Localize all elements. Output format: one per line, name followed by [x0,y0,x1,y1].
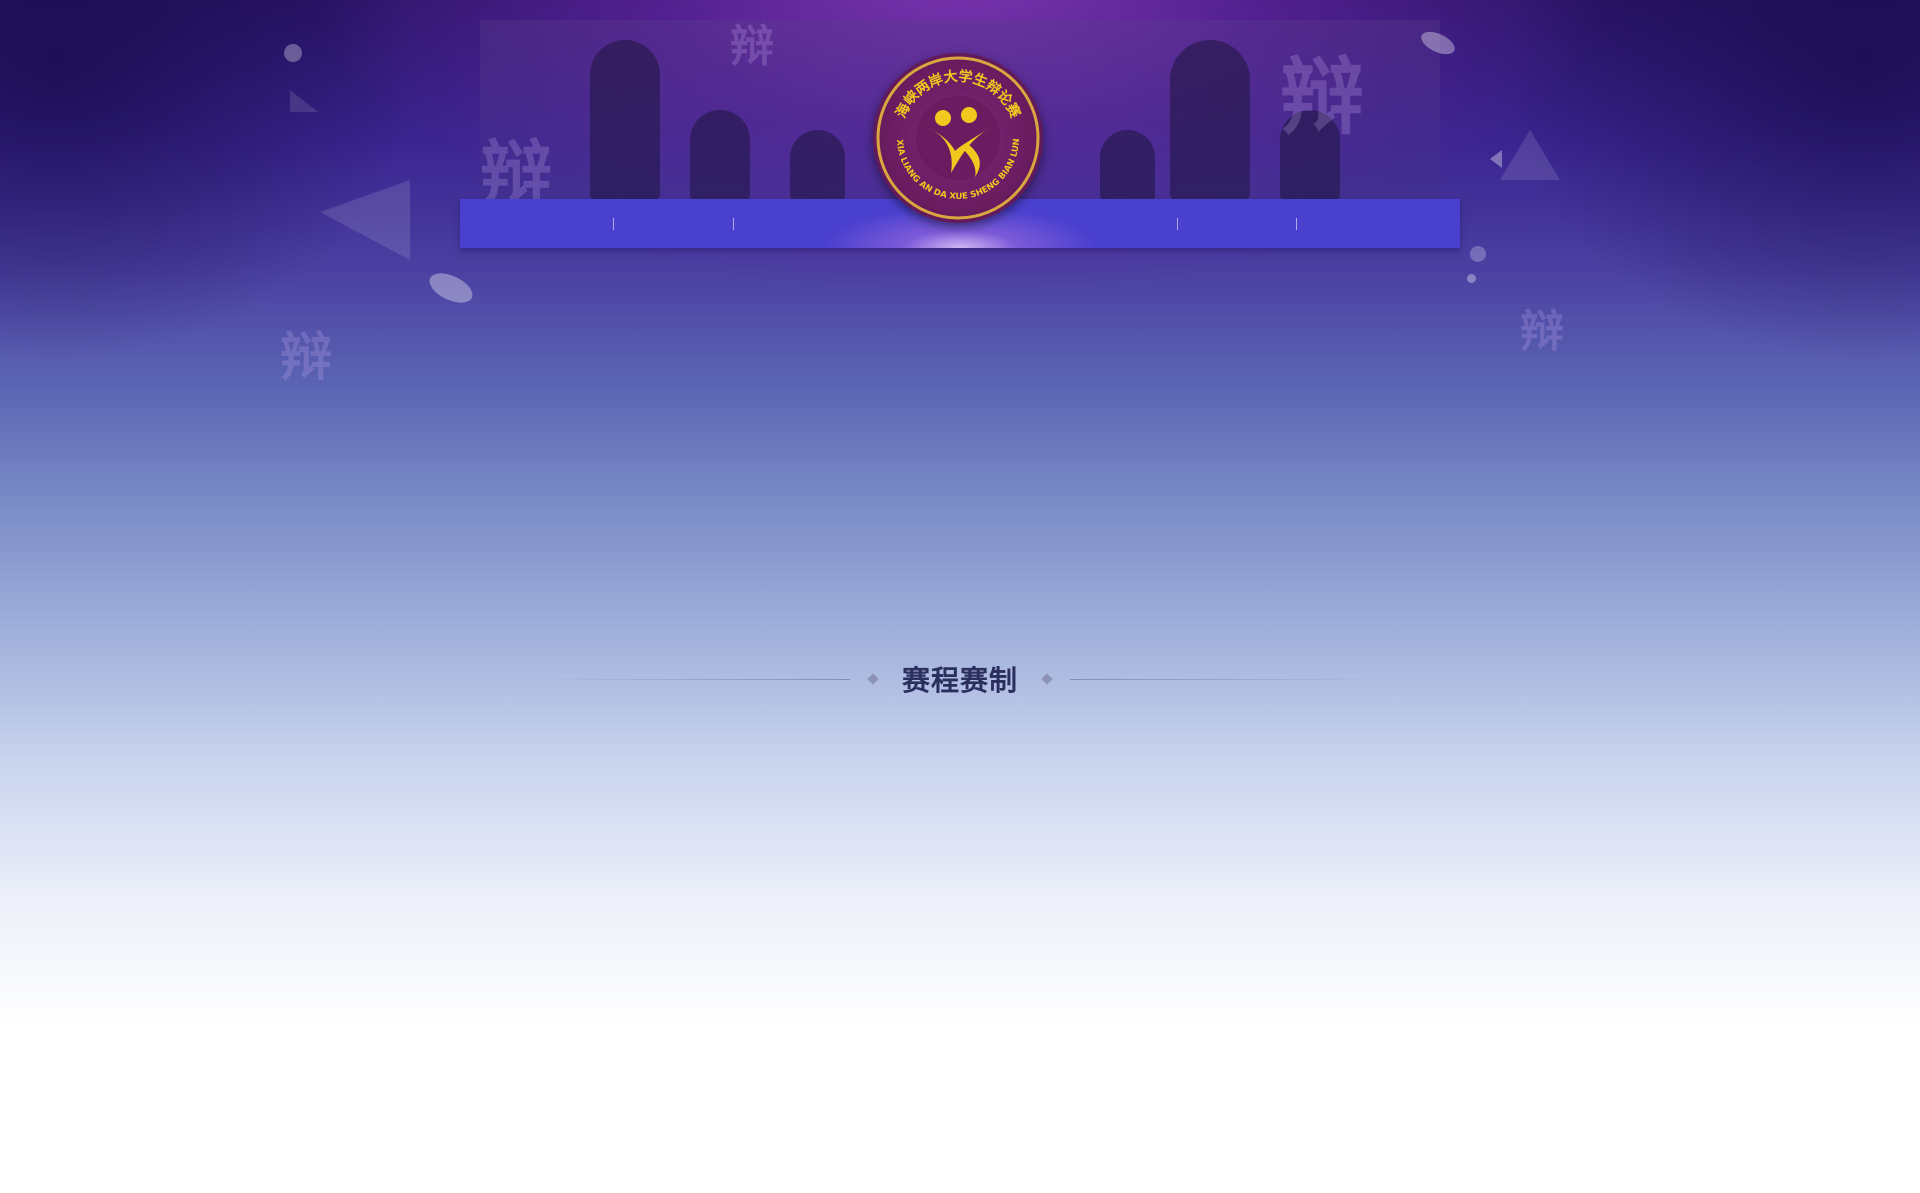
photo-person [1170,40,1250,200]
nav-item[interactable] [1297,199,1460,248]
watermark-glyph: 辩 [1520,306,1564,357]
debate-logo-icon: 海峡两岸大学生辩论赛 HAI XIA LIANG AN DA XUE SHENG… [873,53,1040,220]
decor-dot [1470,246,1486,262]
decor-dot [1467,274,1476,283]
watermark-glyph: 辩 [280,327,333,388]
heading-line-right [1070,679,1390,680]
photo-person [590,40,660,200]
nav-item[interactable] [734,199,894,248]
nav-item[interactable] [460,199,613,248]
nav-item[interactable] [1030,199,1176,248]
nav-item[interactable] [1178,199,1296,248]
photo-person [1100,130,1155,200]
site-logo[interactable]: 海峡两岸大学生辩论赛 HAI XIA LIANG AN DA XUE SHENG… [873,53,1043,223]
watermark-glyph: 辩 [1280,47,1365,146]
nav-item[interactable] [614,199,733,248]
watermark-glyph: 辩 [730,21,774,72]
photo-person [690,110,750,200]
section-heading: 赛程赛制 [530,655,1390,699]
decor-dot [284,44,302,62]
photo-person [790,130,845,200]
